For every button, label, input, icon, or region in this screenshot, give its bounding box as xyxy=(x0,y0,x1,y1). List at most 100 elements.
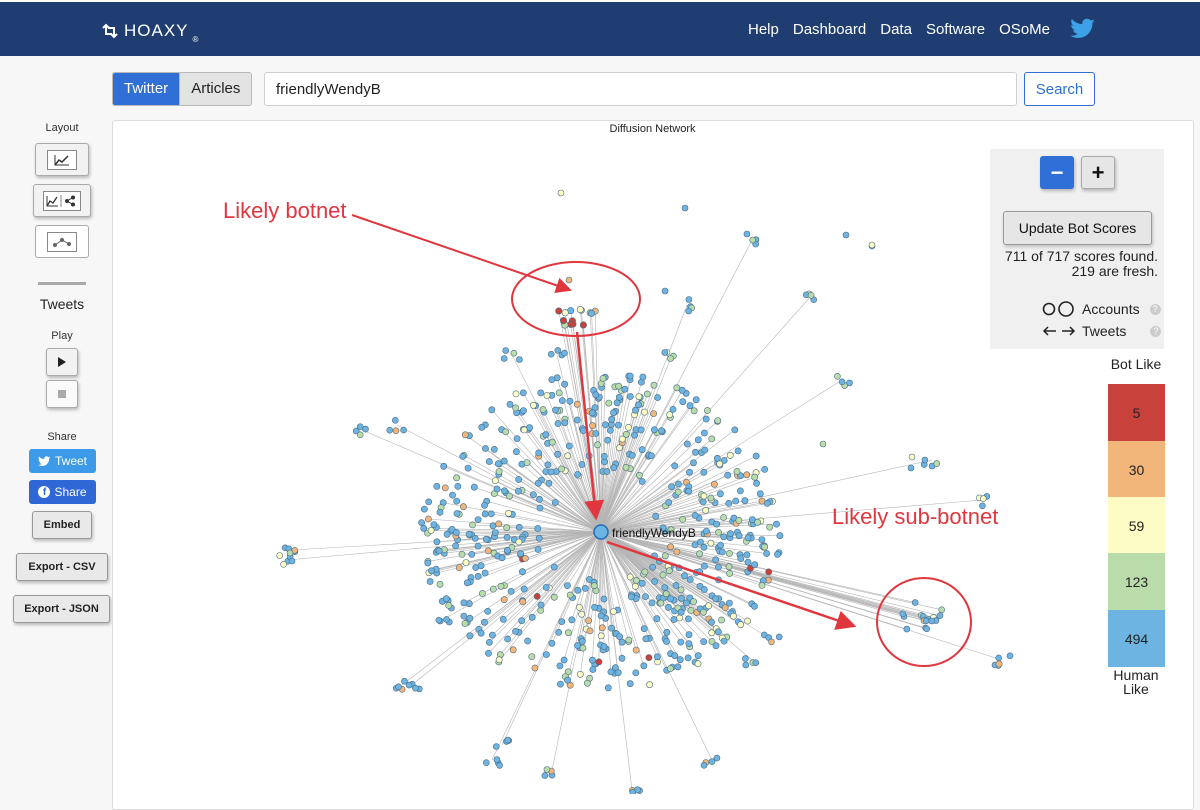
play-button[interactable] xyxy=(46,348,78,376)
account-node[interactable] xyxy=(538,602,544,608)
account-node[interactable] xyxy=(552,407,558,413)
account-node[interactable] xyxy=(629,452,635,458)
account-node[interactable] xyxy=(715,629,721,635)
account-node[interactable] xyxy=(485,548,491,554)
account-node[interactable] xyxy=(717,461,723,467)
account-node[interactable] xyxy=(492,478,498,484)
account-node[interactable] xyxy=(574,401,580,407)
account-node[interactable] xyxy=(663,638,669,644)
account-node[interactable] xyxy=(750,237,756,243)
account-node[interactable] xyxy=(640,374,646,380)
account-node[interactable] xyxy=(501,356,507,362)
account-node[interactable] xyxy=(663,591,669,597)
account-node[interactable] xyxy=(685,655,691,661)
account-node[interactable] xyxy=(608,625,614,631)
account-node[interactable] xyxy=(900,611,906,617)
account-node[interactable] xyxy=(479,590,485,596)
account-node[interactable] xyxy=(642,569,648,575)
account-node[interactable] xyxy=(610,609,616,615)
account-node[interactable] xyxy=(713,643,719,649)
scale-cell-mid[interactable]: 59 xyxy=(1108,497,1165,554)
tweet-share-button[interactable]: Tweet xyxy=(29,449,96,473)
account-node[interactable] xyxy=(733,498,739,504)
account-node[interactable] xyxy=(608,669,614,675)
account-node[interactable] xyxy=(478,563,484,569)
account-node[interactable] xyxy=(714,455,720,461)
account-node[interactable] xyxy=(483,760,489,766)
account-node[interactable] xyxy=(639,447,645,453)
tab-articles[interactable]: Articles xyxy=(179,73,251,105)
account-node[interactable] xyxy=(726,564,732,570)
account-node[interactable] xyxy=(616,383,622,389)
account-node[interactable] xyxy=(696,551,702,557)
account-node[interactable] xyxy=(632,432,638,438)
account-node[interactable] xyxy=(436,548,442,554)
account-node[interactable] xyxy=(755,519,761,525)
account-node[interactable] xyxy=(738,556,744,562)
account-node[interactable] xyxy=(686,469,692,475)
account-node[interactable] xyxy=(996,655,1002,661)
account-node[interactable] xyxy=(644,391,650,397)
account-node[interactable] xyxy=(667,666,673,672)
account-node[interactable] xyxy=(736,533,742,539)
account-node[interactable] xyxy=(678,595,684,601)
account-node[interactable] xyxy=(721,534,727,540)
account-node[interactable] xyxy=(636,472,642,478)
account-node[interactable] xyxy=(598,613,604,619)
account-node[interactable] xyxy=(503,348,509,354)
account-node[interactable] xyxy=(520,599,526,605)
account-node[interactable] xyxy=(630,789,636,794)
account-node[interactable] xyxy=(277,553,283,559)
account-node[interactable] xyxy=(939,607,945,613)
account-node[interactable] xyxy=(754,480,760,486)
account-node[interactable] xyxy=(605,685,611,691)
account-node[interactable] xyxy=(655,394,661,400)
account-node[interactable] xyxy=(529,614,535,620)
account-node[interactable] xyxy=(601,596,607,602)
account-node[interactable] xyxy=(742,498,748,504)
account-node[interactable] xyxy=(456,565,462,571)
account-node[interactable] xyxy=(460,453,466,459)
account-node[interactable] xyxy=(504,547,510,553)
account-node[interactable] xyxy=(444,616,450,622)
nav-dashboard[interactable]: Dashboard xyxy=(793,21,866,38)
account-node[interactable] xyxy=(730,613,736,619)
account-node[interactable] xyxy=(727,531,733,537)
account-node[interactable] xyxy=(686,308,692,314)
account-node[interactable] xyxy=(542,773,548,779)
account-node[interactable] xyxy=(909,454,915,460)
account-node[interactable] xyxy=(584,680,590,686)
account-node[interactable] xyxy=(555,451,561,457)
account-node[interactable] xyxy=(820,441,826,447)
account-node[interactable] xyxy=(643,636,649,642)
account-node[interactable] xyxy=(505,737,511,743)
account-node[interactable] xyxy=(726,500,732,506)
search-input[interactable] xyxy=(264,72,1017,106)
account-node[interactable] xyxy=(496,469,502,475)
account-node[interactable] xyxy=(808,292,814,298)
account-node[interactable] xyxy=(530,492,536,498)
account-node[interactable] xyxy=(678,587,684,593)
account-node[interactable] xyxy=(442,485,448,491)
account-node[interactable] xyxy=(650,564,656,570)
account-node[interactable] xyxy=(744,552,750,558)
account-node[interactable] xyxy=(599,625,605,631)
account-node[interactable] xyxy=(543,584,549,590)
account-node[interactable] xyxy=(555,420,561,426)
account-node[interactable] xyxy=(652,578,658,584)
account-node[interactable] xyxy=(556,629,562,635)
account-node[interactable] xyxy=(843,232,849,238)
account-node[interactable] xyxy=(610,410,616,416)
account-node[interactable] xyxy=(839,379,845,385)
account-node[interactable] xyxy=(562,381,568,387)
account-node[interactable] xyxy=(602,422,608,428)
account-node[interactable] xyxy=(505,636,511,642)
account-node[interactable] xyxy=(727,452,733,458)
account-node[interactable] xyxy=(719,549,725,555)
account-node[interactable] xyxy=(937,613,943,619)
account-node[interactable] xyxy=(427,578,433,584)
account-node[interactable] xyxy=(646,655,652,661)
account-node[interactable] xyxy=(751,603,757,609)
account-node[interactable] xyxy=(567,592,573,598)
account-node[interactable] xyxy=(507,401,513,407)
